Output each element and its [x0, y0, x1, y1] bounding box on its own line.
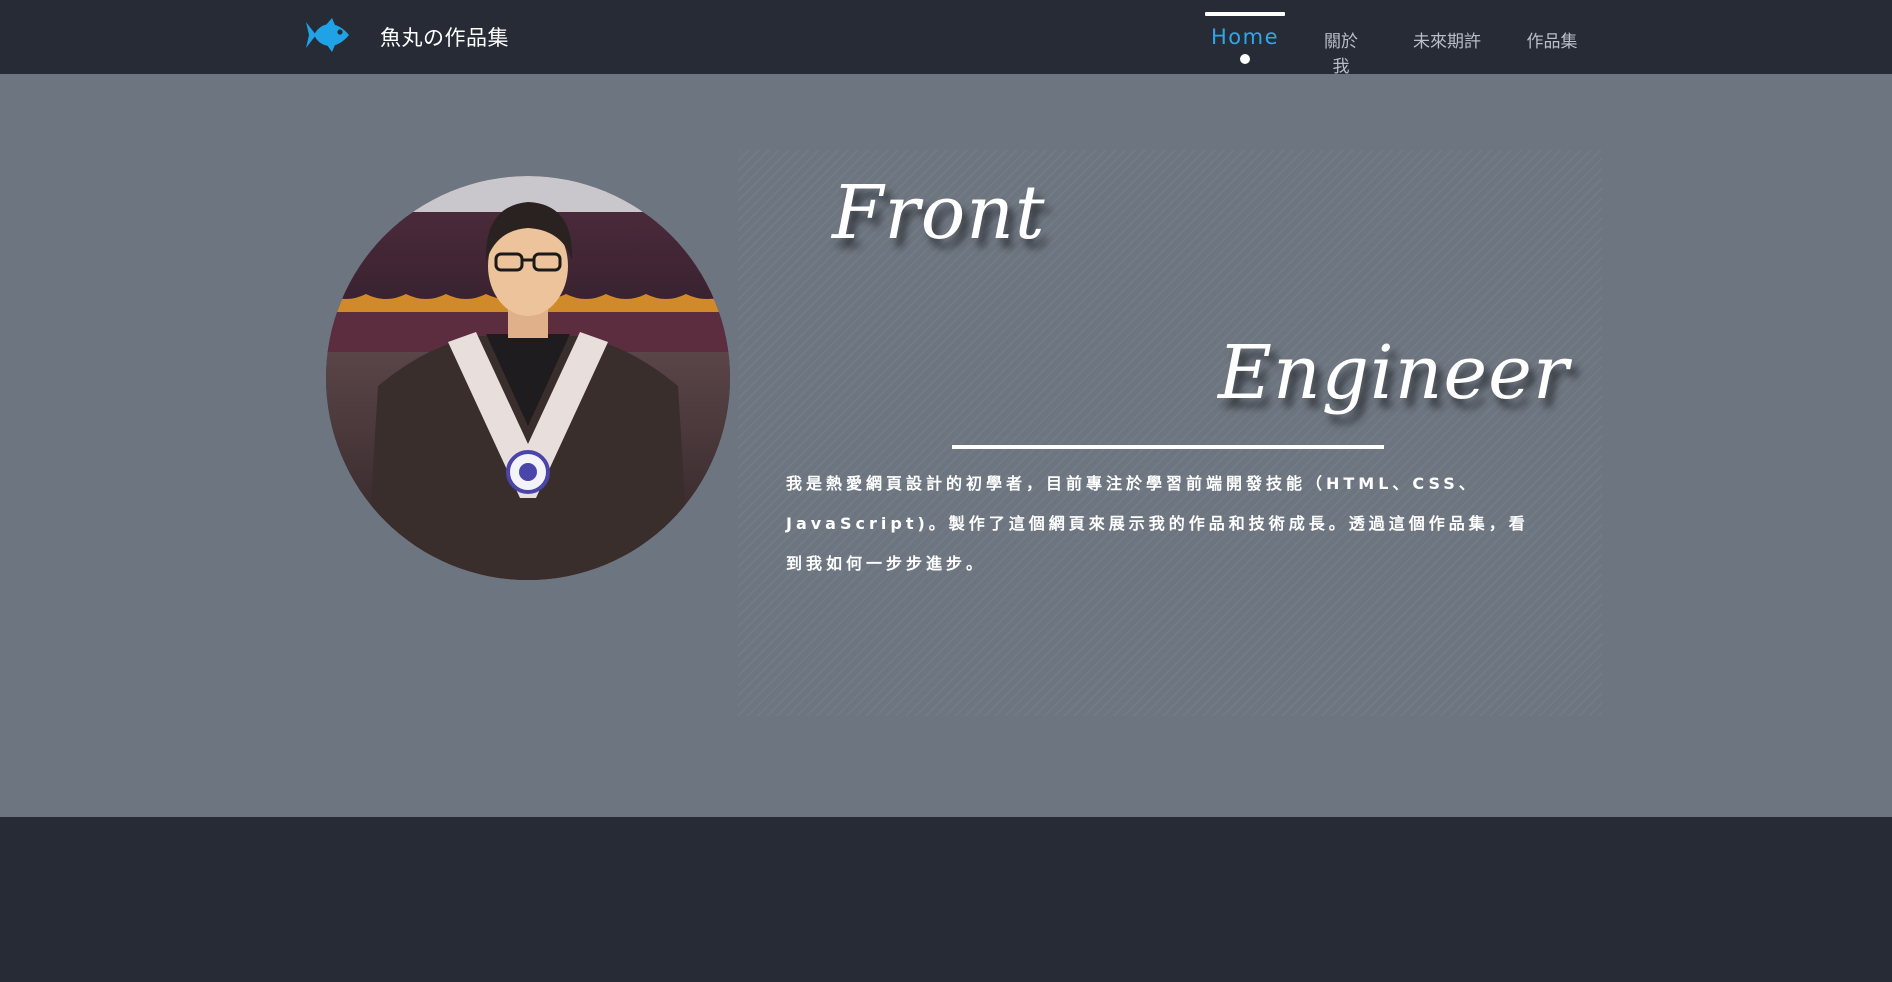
- nav-about[interactable]: 關於我: [1316, 0, 1366, 77]
- site-title: 魚丸の作品集: [380, 26, 509, 50]
- nav-future[interactable]: 未來期許: [1413, 0, 1481, 74]
- heading-divider: [952, 445, 1384, 449]
- nav-future-label: 未來期許: [1413, 32, 1481, 52]
- top-navbar: 魚丸の作品集 Home 關於我 未來期許 作品集: [0, 0, 1892, 77]
- nav-portfolio[interactable]: 作品集: [1526, 0, 1578, 74]
- nav-home-label: Home: [1210, 25, 1279, 49]
- heading-front: Front: [832, 170, 1046, 256]
- active-indicator-dot: [1240, 54, 1250, 64]
- intro-text: 我是熱愛網頁設計的初學者，目前專注於學習前端開發技能（HTML、CSS、Java…: [786, 474, 1529, 573]
- active-indicator-bar: [1205, 12, 1285, 16]
- brand[interactable]: 魚丸の作品集: [306, 18, 509, 56]
- fish-icon: [306, 16, 350, 58]
- nav-portfolio-label: 作品集: [1526, 32, 1578, 52]
- nav-home[interactable]: Home: [1205, 0, 1285, 74]
- heading-engineer: Engineer: [1218, 330, 1570, 416]
- profile-photo: [326, 176, 730, 580]
- footer: [0, 817, 1892, 982]
- nav-about-label: 關於我: [1324, 32, 1358, 77]
